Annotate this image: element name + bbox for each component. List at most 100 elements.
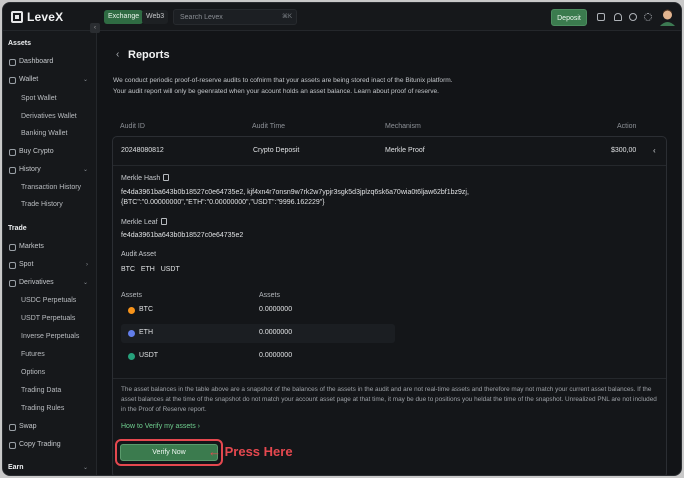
sidebar-item-dashboard[interactable]: Dashboard bbox=[3, 55, 97, 69]
sidebar-item-spot-wallet[interactable]: Spot Wallet bbox=[3, 92, 97, 106]
chat-icon[interactable] bbox=[629, 13, 637, 21]
sidebar-icon bbox=[9, 167, 16, 174]
tab-web3[interactable]: Web3 bbox=[142, 10, 169, 24]
sidebar-icon bbox=[9, 149, 16, 156]
sidebar-item-usdc-perpetuals[interactable]: USDC Perpetuals bbox=[3, 294, 97, 308]
sidebar-item-label: Spot Wallet bbox=[21, 95, 57, 102]
merkle-hash-line: fe4da3961ba643b0b18527c0e64735e2, kjf4xn… bbox=[121, 189, 469, 196]
merkle-hash-label: Merkle Hash bbox=[121, 174, 170, 182]
audit-asset-eth: ETH bbox=[140, 266, 155, 273]
sidebar-item-label: Derivatives Wallet bbox=[21, 113, 77, 120]
sidebar-icon bbox=[9, 244, 16, 251]
verify-highlight: Verify Now bbox=[115, 439, 223, 466]
snapshot-note: The asset balances in the table above ar… bbox=[121, 386, 657, 413]
sidebar-item-label: Banking Wallet bbox=[21, 130, 68, 137]
audit-asset-btc: BTC bbox=[121, 266, 135, 273]
sidebar-icon bbox=[9, 59, 16, 66]
audit-time: Crypto Deposit bbox=[253, 147, 300, 154]
sidebar-item-usdt-perpetuals[interactable]: USDT Perpetuals bbox=[3, 312, 97, 326]
sidebar-item-options[interactable]: Options bbox=[3, 366, 97, 380]
sidebar: Assets Dashboard Wallet ⌄ Spot Wallet Derivat… bbox=[3, 31, 97, 475]
sidebar-item-history[interactable]: History ⌄ bbox=[3, 163, 97, 177]
sidebar-item-label: Derivatives bbox=[19, 279, 54, 286]
divider bbox=[113, 378, 666, 379]
search-input[interactable] bbox=[180, 10, 276, 24]
sidebar-item-label: Earn bbox=[8, 464, 24, 471]
logo[interactable]: LeveX bbox=[11, 9, 63, 25]
asset-name: USDT bbox=[139, 352, 159, 359]
sidebar-item-earn[interactable]: Earn ⌄ bbox=[3, 461, 97, 475]
asset-name: BTC bbox=[139, 306, 153, 313]
sidebar-item-banking-wallet[interactable]: Banking Wallet bbox=[3, 127, 97, 141]
bell-icon[interactable] bbox=[614, 13, 622, 21]
mechanism: Merkle Proof bbox=[385, 147, 425, 154]
deposit-button[interactable]: Deposit bbox=[551, 9, 587, 26]
assets-header-value: Assets bbox=[259, 292, 281, 299]
sidebar-item-swap[interactable]: Swap bbox=[3, 420, 97, 434]
theme-sun-icon[interactable] bbox=[644, 13, 652, 21]
intro-line: Your audit report will only be geenrated… bbox=[113, 88, 439, 95]
sidebar-item-label: Inverse Perpetuals bbox=[21, 333, 80, 340]
sidebar-item-trade[interactable]: Trade bbox=[3, 222, 97, 236]
sidebar-item-buy-crypto[interactable]: Buy Crypto bbox=[3, 145, 97, 159]
assets-header-name: Assets bbox=[121, 292, 143, 299]
merkle-leaf-label: Merkle Leaf bbox=[121, 218, 167, 226]
col-audit-id: Audit ID bbox=[120, 123, 145, 130]
sidebar-item-label: Trading Rules bbox=[21, 405, 65, 412]
sidebar-item-label: Copy Trading bbox=[19, 441, 61, 448]
sidebar-item-inverse-perpetuals[interactable]: Inverse Perpetuals bbox=[3, 330, 97, 344]
search-box[interactable]: ⌘K bbox=[173, 9, 297, 25]
sidebar-item-label: History bbox=[19, 166, 41, 173]
assets-table: Assets Assets BTC 0.0000000 ETH 0.000000… bbox=[121, 289, 658, 385]
top-bar: LeveX Exchange Web3 ⌘K Deposit bbox=[3, 3, 681, 31]
sidebar-item-wallet[interactable]: Wallet ⌄ bbox=[3, 73, 97, 87]
sidebar-item-derivatives[interactable]: Derivatives ⌄ bbox=[3, 276, 97, 290]
sidebar-item-label: Trade bbox=[8, 225, 27, 232]
audit-id: 20248080812 bbox=[121, 147, 164, 154]
sidebar-item-copy-trading[interactable]: Copy Trading bbox=[3, 438, 97, 452]
sidebar-item-label: Markets bbox=[19, 243, 44, 250]
sidebar-item-markets[interactable]: Markets bbox=[3, 240, 97, 254]
sidebar-item-label: Trade History bbox=[21, 201, 63, 208]
btc-coin-icon bbox=[128, 307, 135, 314]
table-row: USDT 0.0000000 bbox=[121, 347, 395, 366]
asset-value: 0.0000000 bbox=[259, 329, 293, 336]
verify-now-button[interactable]: Verify Now bbox=[120, 444, 218, 461]
sidebar-item-label: USDC Perpetuals bbox=[21, 297, 77, 304]
press-here-annotation: ← Press Here bbox=[208, 444, 293, 459]
sidebar-item-futures[interactable]: Futures bbox=[3, 348, 97, 362]
eth-coin-icon bbox=[128, 330, 135, 337]
collapse-row-chevron-icon[interactable]: ‹ bbox=[653, 146, 656, 155]
sidebar-item-transaction-history[interactable]: Transaction History bbox=[3, 181, 97, 195]
tab-exchange[interactable]: Exchange bbox=[104, 10, 144, 24]
avatar[interactable] bbox=[659, 8, 676, 26]
sidebar-item-label: Futures bbox=[21, 351, 45, 358]
sidebar-icon bbox=[9, 77, 16, 84]
main-content: ‹ Reports We conduct periodic proof-of-r… bbox=[98, 32, 681, 475]
logo-text: LeveX bbox=[27, 10, 64, 24]
chevron-icon: ⌄ bbox=[82, 280, 88, 286]
merkle-hash-line: {BTC":"0.00000000","ETH":"0.00000000","U… bbox=[121, 199, 325, 206]
copy-icon[interactable] bbox=[163, 174, 170, 181]
levex-logo-icon bbox=[11, 11, 23, 23]
chevron-icon: ⌄ bbox=[82, 77, 88, 83]
back-chevron-icon[interactable]: ‹ bbox=[116, 49, 119, 60]
sidebar-item-derivatives-wallet[interactable]: Derivatives Wallet bbox=[3, 110, 97, 124]
merkle-hash-label-text: Merkle Hash bbox=[121, 175, 161, 182]
sidebar-item-trading-rules[interactable]: Trading Rules bbox=[3, 402, 97, 416]
sidebar-item-label: Wallet bbox=[19, 76, 39, 83]
orders-icon[interactable] bbox=[597, 13, 605, 21]
usdt-coin-icon bbox=[128, 353, 135, 360]
search-shortcut: ⌘K bbox=[281, 14, 292, 20]
col-action: Action bbox=[617, 123, 637, 130]
sidebar-item-label: Swap bbox=[19, 423, 37, 430]
copy-icon[interactable] bbox=[160, 218, 167, 225]
sidebar-item-trade-history[interactable]: Trade History bbox=[3, 198, 97, 212]
chevron-icon: ⌄ bbox=[82, 465, 88, 471]
sidebar-item-spot[interactable]: Spot › bbox=[3, 258, 97, 272]
merkle-leaf-label-text: Merkle Leaf bbox=[121, 219, 158, 226]
sidebar-item-assets[interactable]: Assets bbox=[3, 37, 97, 51]
sidebar-item-label: Spot bbox=[19, 261, 34, 268]
sidebar-item-trading-data[interactable]: Trading Data bbox=[3, 384, 97, 398]
how-to-verify-link[interactable]: How to Verify my assets › bbox=[121, 423, 200, 430]
